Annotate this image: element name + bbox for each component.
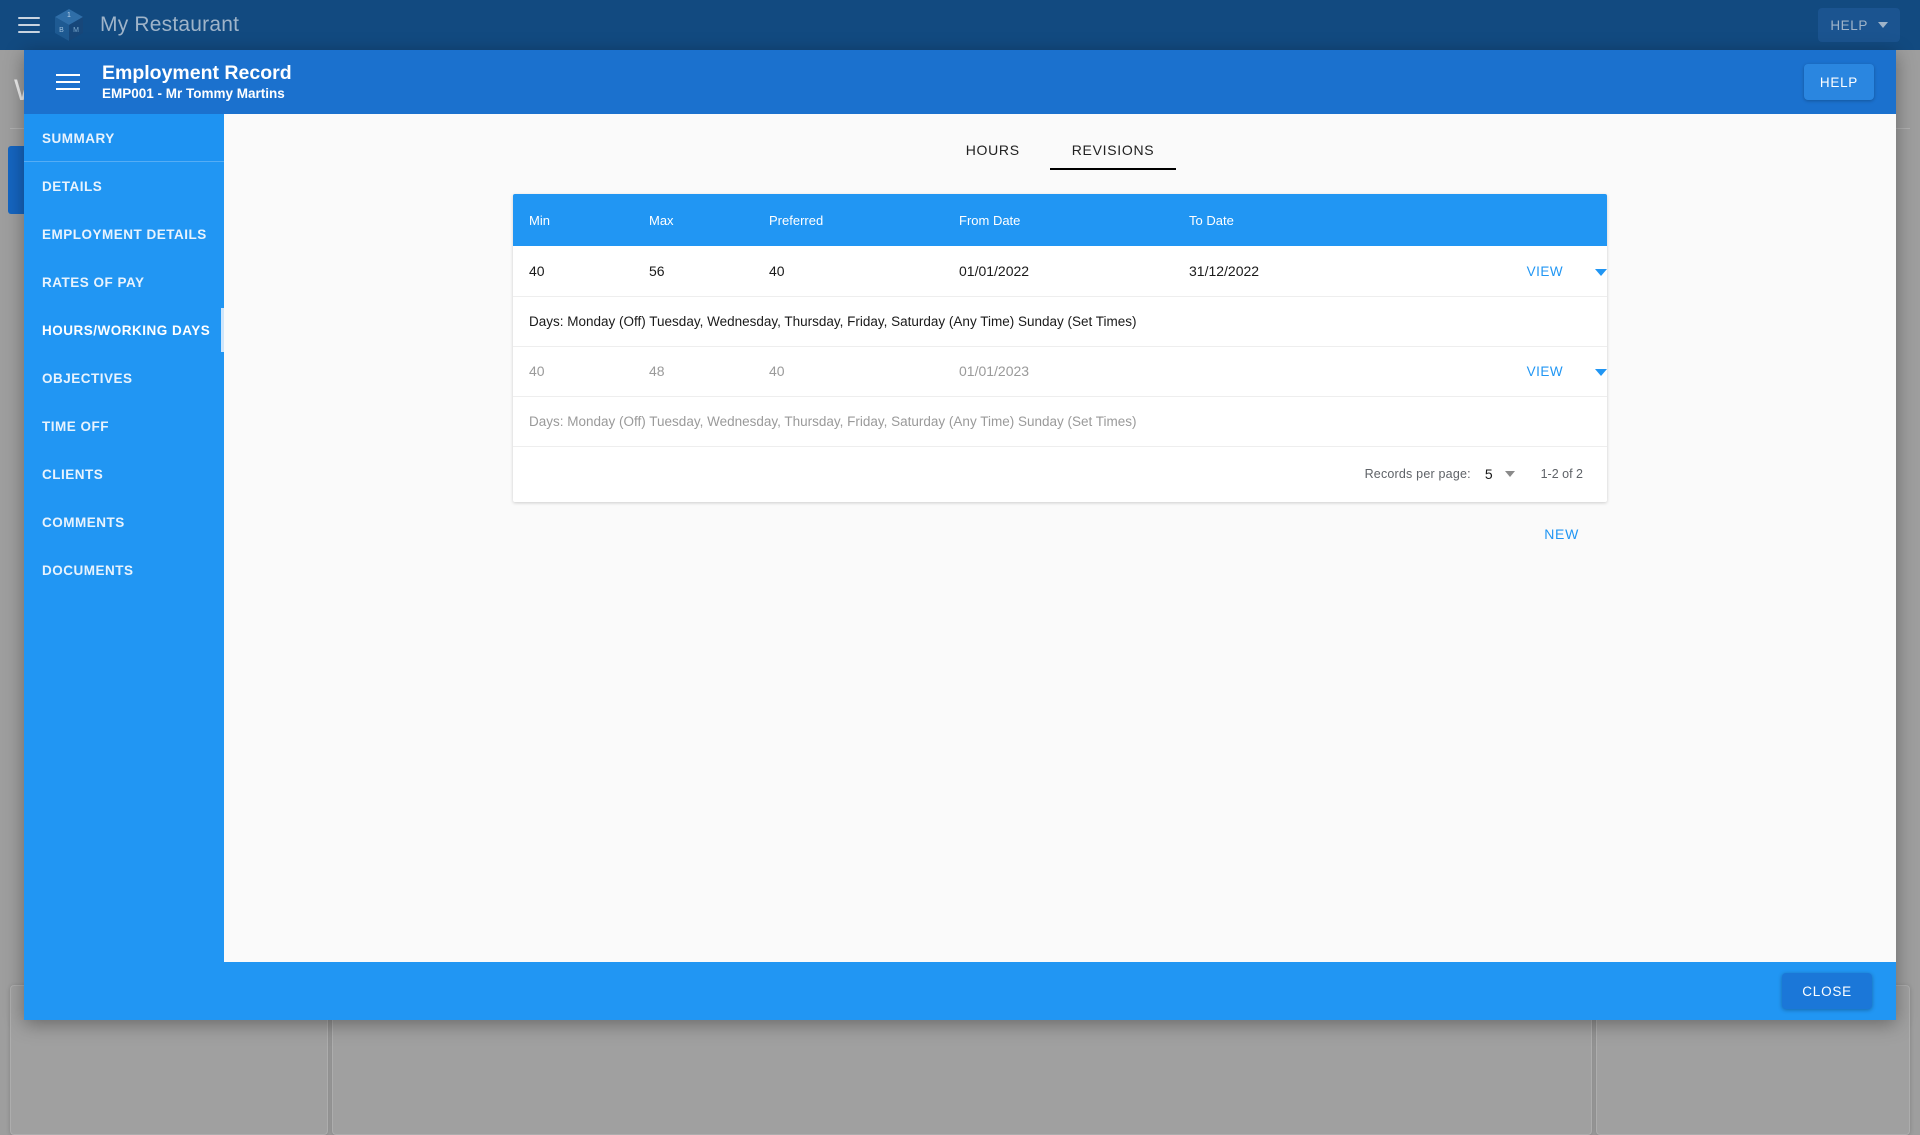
dialog-help-button[interactable]: HELP <box>1803 64 1874 100</box>
revisions-table: Min Max Preferred From Date To Date 40 5… <box>513 194 1607 502</box>
app-bar: 1 B M My Restaurant HELP <box>0 0 1920 50</box>
column-header-actions <box>1403 194 1607 246</box>
sidebar-item-label: CLIENTS <box>42 466 104 482</box>
dialog-sidebar: SUMMARY DETAILS EMPLOYMENT DETAILS RATES… <box>24 114 225 962</box>
caret-down-icon[interactable] <box>1595 368 1607 376</box>
revisions-table-card: Min Max Preferred From Date To Date 40 5… <box>513 194 1607 502</box>
table-row[interactable]: 40 56 40 01/01/2022 31/12/2022 VIEW <box>513 246 1607 296</box>
tab-label: REVISIONS <box>1071 142 1155 158</box>
sidebar-item-rates-of-pay[interactable]: RATES OF PAY <box>24 258 224 306</box>
pagination-range-label: 1-2 of 2 <box>1540 467 1583 482</box>
sidebar-item-summary[interactable]: SUMMARY <box>24 114 224 162</box>
sidebar-item-label: DETAILS <box>42 178 103 194</box>
help-menu-button[interactable]: HELP <box>1818 8 1900 42</box>
sidebar-item-label: DOCUMENTS <box>42 562 134 578</box>
cell-from-date: 01/01/2022 <box>959 262 1030 279</box>
table-header-row: Min Max Preferred From Date To Date <box>513 194 1607 246</box>
cell-max: 56 <box>649 262 665 279</box>
dialog-subtitle: EMP001 - Mr Tommy Martins <box>102 86 285 101</box>
sidebar-item-details[interactable]: DETAILS <box>24 162 224 210</box>
sidebar-item-label: SUMMARY <box>42 130 115 146</box>
svg-text:B: B <box>59 27 64 34</box>
app-title: My Restaurant <box>100 13 240 36</box>
chevron-down-icon <box>1878 22 1888 28</box>
table-head: Min Max Preferred From Date To Date <box>513 194 1607 246</box>
view-button[interactable]: VIEW <box>1527 364 1564 379</box>
dialog-hamburger-icon[interactable] <box>56 74 80 90</box>
sidebar-item-label: OBJECTIVES <box>42 370 133 386</box>
cell-from-date: 01/01/2023 <box>959 363 1030 379</box>
sidebar-item-employment-details[interactable]: EMPLOYMENT DETAILS <box>24 210 224 258</box>
sidebar-item-objectives[interactable]: OBJECTIVES <box>24 354 224 402</box>
cell-min: 40 <box>529 363 545 379</box>
tab-hours[interactable]: HOURS <box>944 130 1042 170</box>
sidebar-item-hours-working-days[interactable]: HOURS/WORKING DAYS <box>24 306 225 354</box>
sidebar-item-label: TIME OFF <box>42 418 109 434</box>
cell-actions: VIEW <box>1403 346 1607 396</box>
records-per-page-select[interactable]: 5 <box>1485 466 1515 482</box>
dialog-help-label: HELP <box>1819 74 1858 90</box>
cell-min: 40 <box>529 262 545 279</box>
tab-bar: HOURS REVISIONS <box>224 114 1896 170</box>
tab-revisions[interactable]: REVISIONS <box>1049 130 1177 170</box>
sidebar-item-time-off[interactable]: TIME OFF <box>24 402 224 450</box>
sidebar-item-label: HOURS/WORKING DAYS <box>42 322 211 338</box>
employment-record-dialog: Employment Record EMP001 - Mr Tommy Mart… <box>24 50 1896 1020</box>
column-header-max: Max <box>649 212 674 228</box>
sidebar-item-label: RATES OF PAY <box>42 274 145 290</box>
sidebar-item-label: EMPLOYMENT DETAILS <box>42 226 207 242</box>
caret-down-icon[interactable] <box>1595 268 1607 276</box>
column-header-min: Min <box>529 212 550 228</box>
cell-max: 48 <box>649 363 665 379</box>
cell-preferred: 40 <box>769 363 785 379</box>
close-button[interactable]: CLOSE <box>1782 973 1872 1009</box>
cell-actions: VIEW <box>1403 246 1607 296</box>
table-pagination-row: Records per page: 5 1-2 of 2 <box>513 446 1607 502</box>
sidebar-item-documents[interactable]: DOCUMENTS <box>24 546 224 594</box>
tab-label: HOURS <box>965 142 1020 158</box>
records-per-page-value: 5 <box>1484 466 1493 483</box>
hamburger-icon[interactable] <box>18 17 40 33</box>
table-detail-row: Days: Monday (Off) Tuesday, Wednesday, T… <box>513 396 1607 446</box>
cell-preferred: 40 <box>769 262 785 279</box>
dialog-body: SUMMARY DETAILS EMPLOYMENT DETAILS RATES… <box>24 114 1896 962</box>
table-row[interactable]: 40 48 40 01/01/2023 VIEW <box>513 346 1607 396</box>
column-header-to-date: To Date <box>1189 212 1234 228</box>
svg-text:M: M <box>73 27 79 34</box>
svg-text:1: 1 <box>67 12 71 19</box>
new-button[interactable]: NEW <box>1534 520 1589 548</box>
new-action-row: NEW <box>513 520 1607 548</box>
sidebar-item-clients[interactable]: CLIENTS <box>24 450 224 498</box>
detail-days-text: Days: Monday (Off) Tuesday, Wednesday, T… <box>529 413 1137 429</box>
chevron-down-icon <box>1504 471 1515 478</box>
records-per-page-label: Records per page: <box>1364 467 1471 482</box>
cube-logo-icon: 1 B M <box>54 8 84 42</box>
view-button[interactable]: VIEW <box>1527 264 1564 279</box>
sidebar-item-label: COMMENTS <box>42 514 125 530</box>
dialog-footer: CLOSE <box>24 962 1896 1020</box>
dialog-content: HOURS REVISIONS Min Max Preferred From D… <box>224 114 1896 962</box>
table-body: 40 56 40 01/01/2022 31/12/2022 VIEW Days… <box>513 246 1607 502</box>
pagination-cell: Records per page: 5 1-2 of 2 <box>513 446 1607 502</box>
paginator: Records per page: 5 1-2 of 2 <box>513 466 1583 482</box>
dialog-title: Employment Record <box>102 62 292 84</box>
detail-days-text: Days: Monday (Off) Tuesday, Wednesday, T… <box>529 313 1137 329</box>
cell-to-date <box>1173 346 1403 396</box>
table-detail-row: Days: Monday (Off) Tuesday, Wednesday, T… <box>513 296 1607 346</box>
dialog-header: Employment Record EMP001 - Mr Tommy Mart… <box>24 50 1896 114</box>
help-menu-label: HELP <box>1830 17 1868 33</box>
dialog-title-group: Employment Record EMP001 - Mr Tommy Mart… <box>102 61 292 103</box>
column-header-from-date: From Date <box>959 212 1021 228</box>
column-header-preferred: Preferred <box>769 212 824 228</box>
sidebar-item-comments[interactable]: COMMENTS <box>24 498 224 546</box>
cell-to-date: 31/12/2022 <box>1189 262 1260 279</box>
